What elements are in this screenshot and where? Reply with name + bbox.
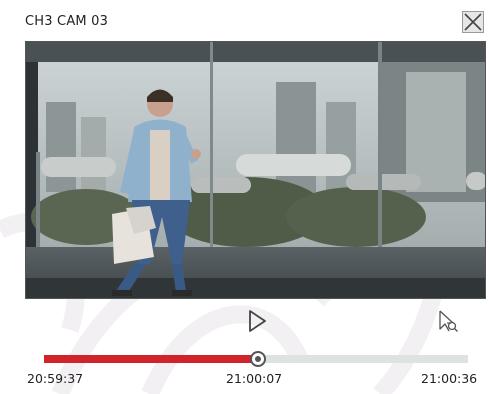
timeline-thumb[interactable] xyxy=(250,351,266,367)
current-time: 21:00:07 xyxy=(226,371,283,386)
end-time: 21:00:36 xyxy=(421,371,478,386)
play-icon xyxy=(249,310,266,332)
close-icon xyxy=(462,11,484,33)
close-button[interactable] xyxy=(462,11,484,33)
camera-video-frame[interactable] xyxy=(25,41,486,299)
playback-timeline[interactable] xyxy=(44,351,468,367)
start-time: 20:59:37 xyxy=(27,371,84,386)
search-icon xyxy=(439,310,458,332)
window-title: CH3 CAM 03 xyxy=(25,14,109,29)
timeline-progress xyxy=(44,355,256,363)
camera-scene xyxy=(26,42,485,298)
search-button[interactable] xyxy=(436,309,460,333)
play-button[interactable] xyxy=(245,308,269,334)
playback-window: CH3 CAM 03 20:59:37 21:00:07 21:00:36 xyxy=(0,0,489,394)
